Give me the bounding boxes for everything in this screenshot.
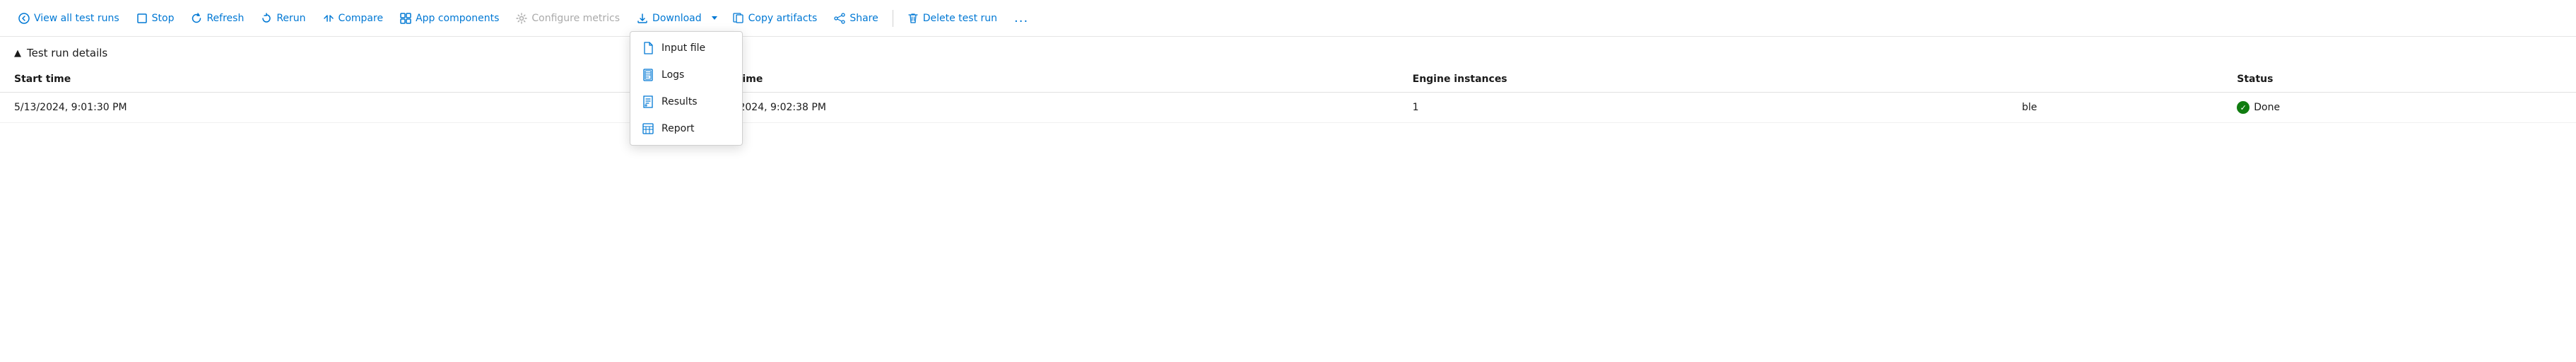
rerun-icon	[261, 13, 272, 24]
download-icon	[637, 13, 648, 24]
download-button[interactable]: Download	[630, 8, 706, 28]
download-dropdown-menu: Input file Logs	[630, 31, 743, 146]
app-components-icon	[400, 13, 411, 24]
view-all-label: View all test runs	[34, 13, 119, 24]
col-start-time: Start time	[0, 66, 699, 93]
copy-artifacts-icon	[733, 13, 744, 24]
configure-metrics-button[interactable]: Configure metrics	[509, 8, 627, 28]
dropdown-results-label: Results	[661, 96, 698, 107]
section-collapse-icon[interactable]: ▲	[14, 48, 21, 59]
download-group: Download Input file	[630, 8, 723, 28]
configure-metrics-label: Configure metrics	[531, 13, 620, 24]
dropdown-item-report[interactable]: Report	[630, 115, 742, 142]
file-icon	[642, 42, 654, 54]
share-icon	[834, 13, 845, 24]
more-button[interactable]: ...	[1007, 6, 1035, 30]
cell-engine-instances: 1	[1399, 93, 2008, 123]
delete-icon	[907, 13, 919, 24]
download-label: Download	[652, 13, 702, 24]
more-label: ...	[1014, 11, 1028, 25]
view-all-button[interactable]: View all test runs	[11, 8, 127, 28]
stop-label: Stop	[152, 13, 175, 24]
rerun-label: Rerun	[276, 13, 305, 24]
dropdown-item-logs[interactable]: Logs	[630, 62, 742, 88]
toolbar: View all test runs Stop Refresh Rerun	[0, 0, 2576, 37]
compare-button[interactable]: Compare	[316, 8, 391, 28]
table-row: 5/13/2024, 9:01:30 PM 5/13/2024, 9:02:38…	[0, 93, 2576, 123]
delete-label: Delete test run	[923, 13, 997, 24]
app-components-label: App components	[416, 13, 499, 24]
status-done: ✓ Done	[2237, 101, 2562, 114]
share-button[interactable]: Share	[827, 8, 885, 28]
dropdown-report-label: Report	[661, 123, 694, 134]
cell-virtual-users: ble	[2008, 93, 2223, 123]
report-icon	[642, 122, 654, 135]
share-label: Share	[849, 13, 878, 24]
download-chevron-button[interactable]	[706, 12, 723, 24]
refresh-button[interactable]: Refresh	[184, 8, 251, 28]
cell-start-time: 5/13/2024, 9:01:30 PM	[0, 93, 699, 123]
rerun-button[interactable]: Rerun	[254, 8, 312, 28]
cell-end-time: 5/13/2024, 9:02:38 PM	[699, 93, 1398, 123]
dropdown-logs-label: Logs	[661, 69, 684, 81]
compare-label: Compare	[339, 13, 384, 24]
stop-icon	[136, 13, 148, 24]
results-icon	[642, 95, 654, 108]
cell-status: ✓ Done	[2223, 93, 2576, 123]
delete-button[interactable]: Delete test run	[900, 8, 1004, 28]
done-check-icon: ✓	[2237, 101, 2249, 114]
col-status: Status	[2223, 66, 2576, 93]
col-engine-instances: Engine instances	[1399, 66, 2008, 93]
app-components-button[interactable]: App components	[393, 8, 506, 28]
dropdown-input-file-label: Input file	[661, 42, 705, 54]
test-run-table: Start time End time Engine instances Sta…	[0, 66, 2576, 123]
copy-artifacts-button[interactable]: Copy artifacts	[726, 8, 825, 28]
refresh-icon	[191, 13, 202, 24]
col-virtual-users	[2008, 66, 2223, 93]
col-end-time: End time	[699, 66, 1398, 93]
copy-artifacts-label: Copy artifacts	[748, 13, 818, 24]
chevron-down-icon	[712, 16, 717, 20]
configure-metrics-icon	[516, 13, 527, 24]
back-icon	[18, 13, 30, 24]
status-text: Done	[2254, 102, 2280, 113]
dropdown-item-input-file[interactable]: Input file	[630, 35, 742, 62]
section-header: ▲ Test run details	[0, 37, 2576, 66]
refresh-label: Refresh	[206, 13, 244, 24]
stop-button[interactable]: Stop	[129, 8, 182, 28]
compare-icon	[323, 13, 334, 24]
dropdown-item-results[interactable]: Results	[630, 88, 742, 115]
section-title: Test run details	[27, 47, 107, 59]
logs-icon	[642, 69, 654, 81]
